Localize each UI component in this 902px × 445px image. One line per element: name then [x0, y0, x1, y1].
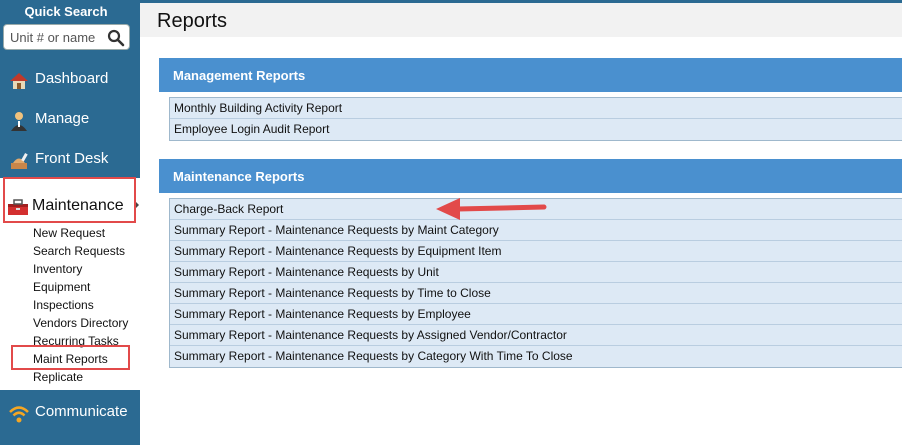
submenu-inventory[interactable]: Inventory	[33, 262, 128, 280]
wifi-icon	[9, 406, 29, 423]
person-icon	[11, 112, 27, 131]
nav-front-desk[interactable]: Front Desk	[0, 143, 140, 177]
report-link[interactable]: Summary Report - Maintenance Requests by…	[170, 325, 902, 346]
highlight-maintenance	[3, 177, 136, 223]
main-content: Reports Management Reports Monthly Build…	[140, 0, 902, 445]
maintenance-reports-section: Maintenance Reports Charge-Back Report S…	[159, 159, 902, 371]
quick-search-input[interactable]	[10, 29, 105, 46]
submenu-equipment[interactable]: Equipment	[33, 280, 128, 298]
management-reports-list: Monthly Building Activity Report Employe…	[169, 97, 902, 141]
management-reports-title: Management Reports	[173, 68, 306, 83]
nav-manage-label: Manage	[35, 110, 90, 127]
nav-dashboard[interactable]: Dashboard	[0, 63, 140, 97]
nav-front-desk-label: Front Desk	[35, 150, 109, 167]
submenu-replicate[interactable]: Replicate	[33, 370, 128, 388]
title-bar	[140, 3, 902, 37]
app: Quick Search Dashboard Manage	[0, 0, 902, 445]
maintenance-reports-title: Maintenance Reports	[173, 169, 305, 184]
search-icon[interactable]	[107, 29, 125, 47]
quick-search-box	[3, 24, 130, 50]
pointer-arrow-icon	[436, 198, 547, 220]
nav-dashboard-label: Dashboard	[35, 70, 109, 87]
report-link[interactable]: Summary Report - Maintenance Requests by…	[170, 262, 902, 283]
report-link[interactable]: Monthly Building Activity Report	[170, 98, 902, 119]
submenu-vendors-directory[interactable]: Vendors Directory	[33, 316, 128, 334]
quick-search-title: Quick Search	[24, 4, 108, 19]
nav-manage[interactable]: Manage	[0, 103, 140, 137]
page-title: Reports	[157, 10, 228, 32]
submenu-inspections[interactable]: Inspections	[33, 298, 128, 316]
nav-communicate[interactable]: Communicate	[0, 396, 140, 430]
report-link[interactable]: Summary Report - Maintenance Requests by…	[170, 241, 902, 262]
nav-communicate-label: Communicate	[35, 403, 128, 420]
top-strip	[140, 0, 902, 3]
house-icon	[10, 73, 28, 89]
submenu-new-request[interactable]: New Request	[33, 226, 128, 244]
report-link[interactable]: Summary Report - Maintenance Requests by…	[170, 304, 902, 325]
maintenance-reports-header: Maintenance Reports	[159, 159, 902, 193]
report-link[interactable]: Summary Report - Maintenance Requests by…	[170, 283, 902, 304]
management-reports-header: Management Reports	[159, 58, 902, 92]
submenu-search-requests[interactable]: Search Requests	[33, 244, 128, 262]
desk-bell-icon	[11, 153, 28, 169]
highlight-maint-reports	[11, 345, 130, 370]
report-link[interactable]: Employee Login Audit Report	[170, 119, 902, 140]
report-link[interactable]: Summary Report - Maintenance Requests by…	[170, 346, 902, 367]
management-reports-section: Management Reports Monthly Building Acti…	[159, 58, 902, 150]
